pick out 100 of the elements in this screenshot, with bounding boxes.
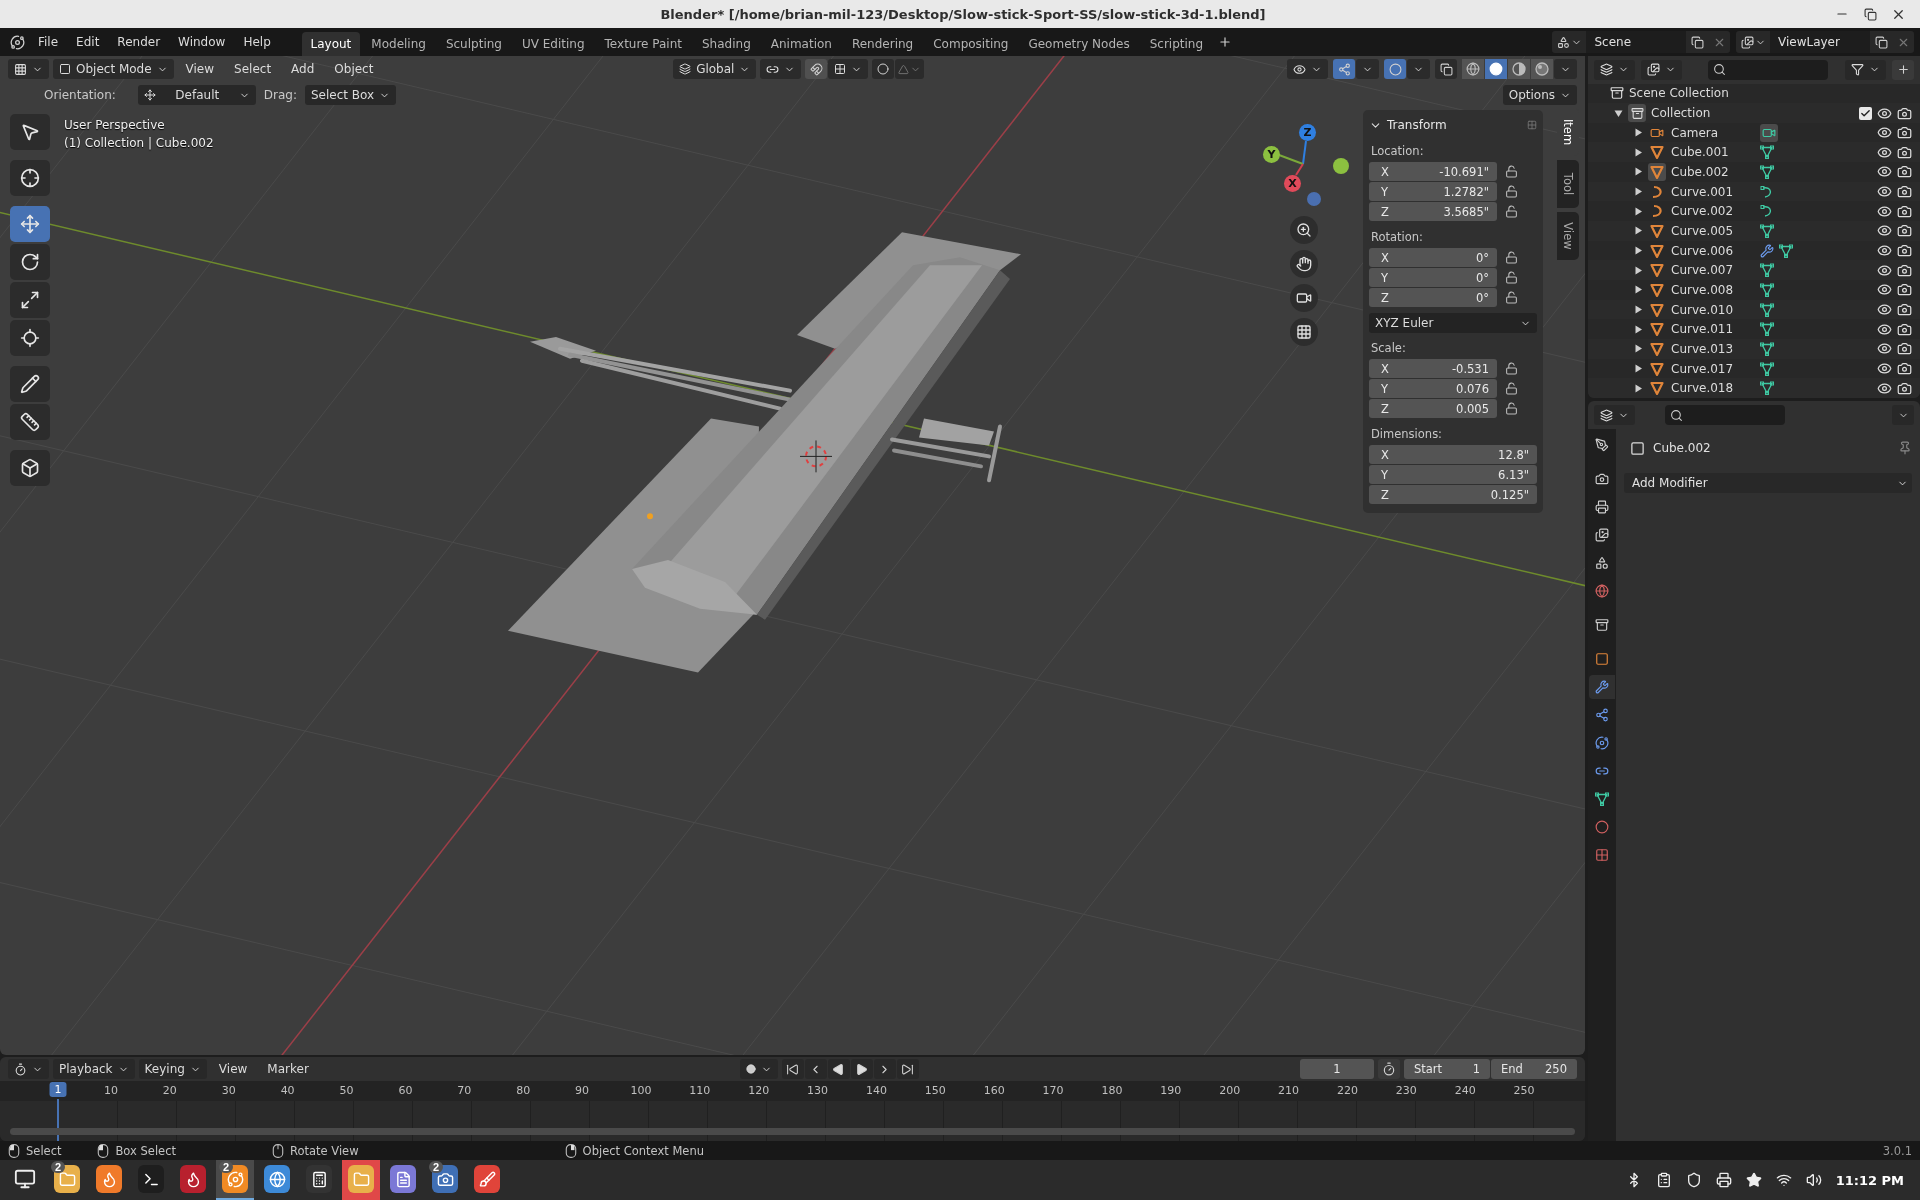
outliner-item[interactable]: Curve.010	[1671, 302, 1755, 317]
frame-number: 200	[1219, 1084, 1241, 1097]
frame-number: 100	[630, 1084, 652, 1097]
status-hint: Box Select	[115, 1143, 176, 1158]
workspace-tab[interactable]: Texture Paint	[595, 32, 691, 56]
workspace-tab[interactable]: Scripting	[1140, 32, 1213, 56]
workspace-tab[interactable]: Rendering	[842, 32, 923, 56]
outliner-item[interactable]: Curve.006	[1671, 243, 1755, 258]
frame-number: 160	[983, 1084, 1005, 1097]
gizmo-z-handle[interactable]: Z	[1299, 124, 1316, 141]
status-hint: Object Context Menu	[582, 1143, 704, 1158]
sidebar-tab[interactable]: View	[1557, 212, 1579, 260]
menu-item[interactable]: Object	[326, 59, 382, 79]
number-field[interactable]: Y 0.076	[1369, 379, 1497, 398]
number-field[interactable]: Z 0.005	[1369, 399, 1497, 418]
frame-number: 140	[865, 1084, 887, 1097]
taskbar-app[interactable]: 2	[48, 1160, 86, 1200]
menu-item[interactable]: Render	[109, 32, 169, 52]
workspace-tab[interactable]: Compositing	[924, 32, 1018, 56]
menu-item[interactable]: View	[177, 59, 223, 79]
number-field[interactable]: Y 0°	[1369, 268, 1497, 287]
number-field[interactable]: X -10.691"	[1369, 162, 1497, 181]
viewport-info-text: User Perspective	[64, 118, 166, 132]
menu-item[interactable]: Add	[283, 59, 323, 79]
outliner-item[interactable]: Cube.001	[1671, 145, 1755, 160]
outliner-item[interactable]: Curve.001	[1671, 184, 1755, 199]
menu-item[interactable]: Edit	[68, 32, 108, 52]
workspace-tab[interactable]: Shading	[693, 32, 760, 56]
sidebar-tab[interactable]: Tool	[1557, 160, 1579, 208]
number-field[interactable]: Y 6.13"	[1369, 465, 1537, 484]
outliner-item[interactable]: Collection	[1651, 106, 1811, 120]
workspace-tab[interactable]: Geometry Nodes	[1019, 32, 1139, 56]
frame-number: 60	[398, 1084, 413, 1097]
workspace-tab[interactable]: Sculpting	[436, 32, 511, 56]
drag-label: Drag:	[263, 88, 297, 102]
frame-number: 90	[575, 1084, 590, 1097]
outliner-item[interactable]: Curve.011	[1671, 322, 1755, 337]
mode-dropdown[interactable]: Object Mode	[53, 59, 174, 79]
orientation-dropdown[interactable]: Global	[673, 59, 757, 79]
frame-number: 220	[1336, 1084, 1358, 1097]
menu-item[interactable]: Help	[235, 32, 279, 52]
group-label: Rotation:	[1370, 229, 1424, 246]
frame-number: 30	[221, 1084, 236, 1097]
outliner-item[interactable]: Camera	[1671, 125, 1755, 140]
taskbar-app[interactable]: 2	[426, 1160, 464, 1200]
version-label: 3.0.1	[1882, 1143, 1912, 1158]
number-field[interactable]: Z 3.5685"	[1369, 202, 1497, 221]
outliner-item[interactable]: Curve.007	[1671, 263, 1755, 278]
frame-number: 20	[162, 1084, 177, 1097]
clock[interactable]: 11:12 PM	[1835, 1172, 1904, 1188]
scene-selector[interactable]: Scene	[1552, 31, 1731, 53]
outliner-item[interactable]: Curve.018	[1671, 381, 1755, 396]
frame-number: 230	[1395, 1084, 1417, 1097]
outliner-item[interactable]: Scene Collection	[1629, 86, 1789, 101]
workspace-tab[interactable]: UV Editing	[512, 32, 594, 56]
add-modifier-dropdown[interactable]: Add Modifier	[1624, 473, 1912, 493]
outliner-item[interactable]: Cube.002	[1671, 164, 1755, 179]
orientation-select[interactable]: Default	[137, 85, 256, 105]
gizmo-x-handle[interactable]: X	[1284, 175, 1301, 192]
number-field[interactable]: X -0.531	[1369, 359, 1497, 378]
outliner-item[interactable]: Curve.013	[1671, 341, 1755, 356]
frame-number: 110	[689, 1084, 711, 1097]
end-frame-field[interactable]: End 250	[1491, 1059, 1577, 1079]
outliner-item[interactable]: Curve.002	[1671, 204, 1755, 219]
start-frame-field[interactable]: Start 1	[1404, 1059, 1490, 1079]
window-count-badge: 2	[51, 1161, 66, 1173]
menu-item[interactable]: Window	[170, 32, 234, 52]
view-layer-selector[interactable]: ViewLayer	[1736, 31, 1914, 53]
rotation-mode-dropdown[interactable]: XYZ Euler	[1369, 313, 1537, 333]
drag-select[interactable]: Select Box	[305, 85, 397, 105]
timeline-menu[interactable]: Keying	[138, 1059, 207, 1079]
status-hint: Select	[26, 1143, 62, 1158]
number-field[interactable]: Y 1.2782"	[1369, 182, 1497, 201]
workspace-tab[interactable]: Layout	[301, 32, 361, 56]
menu-item[interactable]: File	[30, 32, 67, 52]
current-frame-field[interactable]: 1	[1300, 1059, 1374, 1079]
frame-number: 250	[1513, 1084, 1535, 1097]
playhead-frame[interactable]: 1	[49, 1082, 67, 1097]
workspace-tab[interactable]: Animation	[761, 32, 841, 56]
menu-item[interactable]: Marker	[259, 1059, 317, 1079]
outliner-item[interactable]: Curve.005	[1671, 223, 1755, 238]
options-dropdown[interactable]: Options	[1502, 85, 1577, 105]
taskbar-app[interactable]: 2	[216, 1160, 254, 1200]
frame-number: 170	[1042, 1084, 1064, 1097]
number-field[interactable]: Z 0.125"	[1369, 485, 1537, 504]
workspace-tab[interactable]: Modeling	[362, 32, 435, 56]
menu-item[interactable]: Select	[226, 59, 280, 79]
number-field[interactable]: X 0°	[1369, 248, 1497, 267]
outliner-item[interactable]: Curve.008	[1671, 282, 1755, 297]
menu-item[interactable]: View	[210, 1059, 256, 1079]
timeline-menu[interactable]: Playback	[53, 1059, 135, 1079]
outliner-item[interactable]: Curve.017	[1671, 361, 1755, 376]
gizmo-y-handle[interactable]: Y	[1263, 146, 1280, 163]
status-hint: Rotate View	[290, 1143, 359, 1158]
number-field[interactable]: X 12.8"	[1369, 445, 1537, 464]
number-field[interactable]: Z 0°	[1369, 288, 1497, 307]
panel-title: Transform	[1387, 118, 1448, 132]
viewport-info-text: (1) Collection | Cube.002	[64, 136, 214, 150]
frame-number: 210	[1278, 1084, 1300, 1097]
frame-number: 150	[924, 1084, 946, 1097]
